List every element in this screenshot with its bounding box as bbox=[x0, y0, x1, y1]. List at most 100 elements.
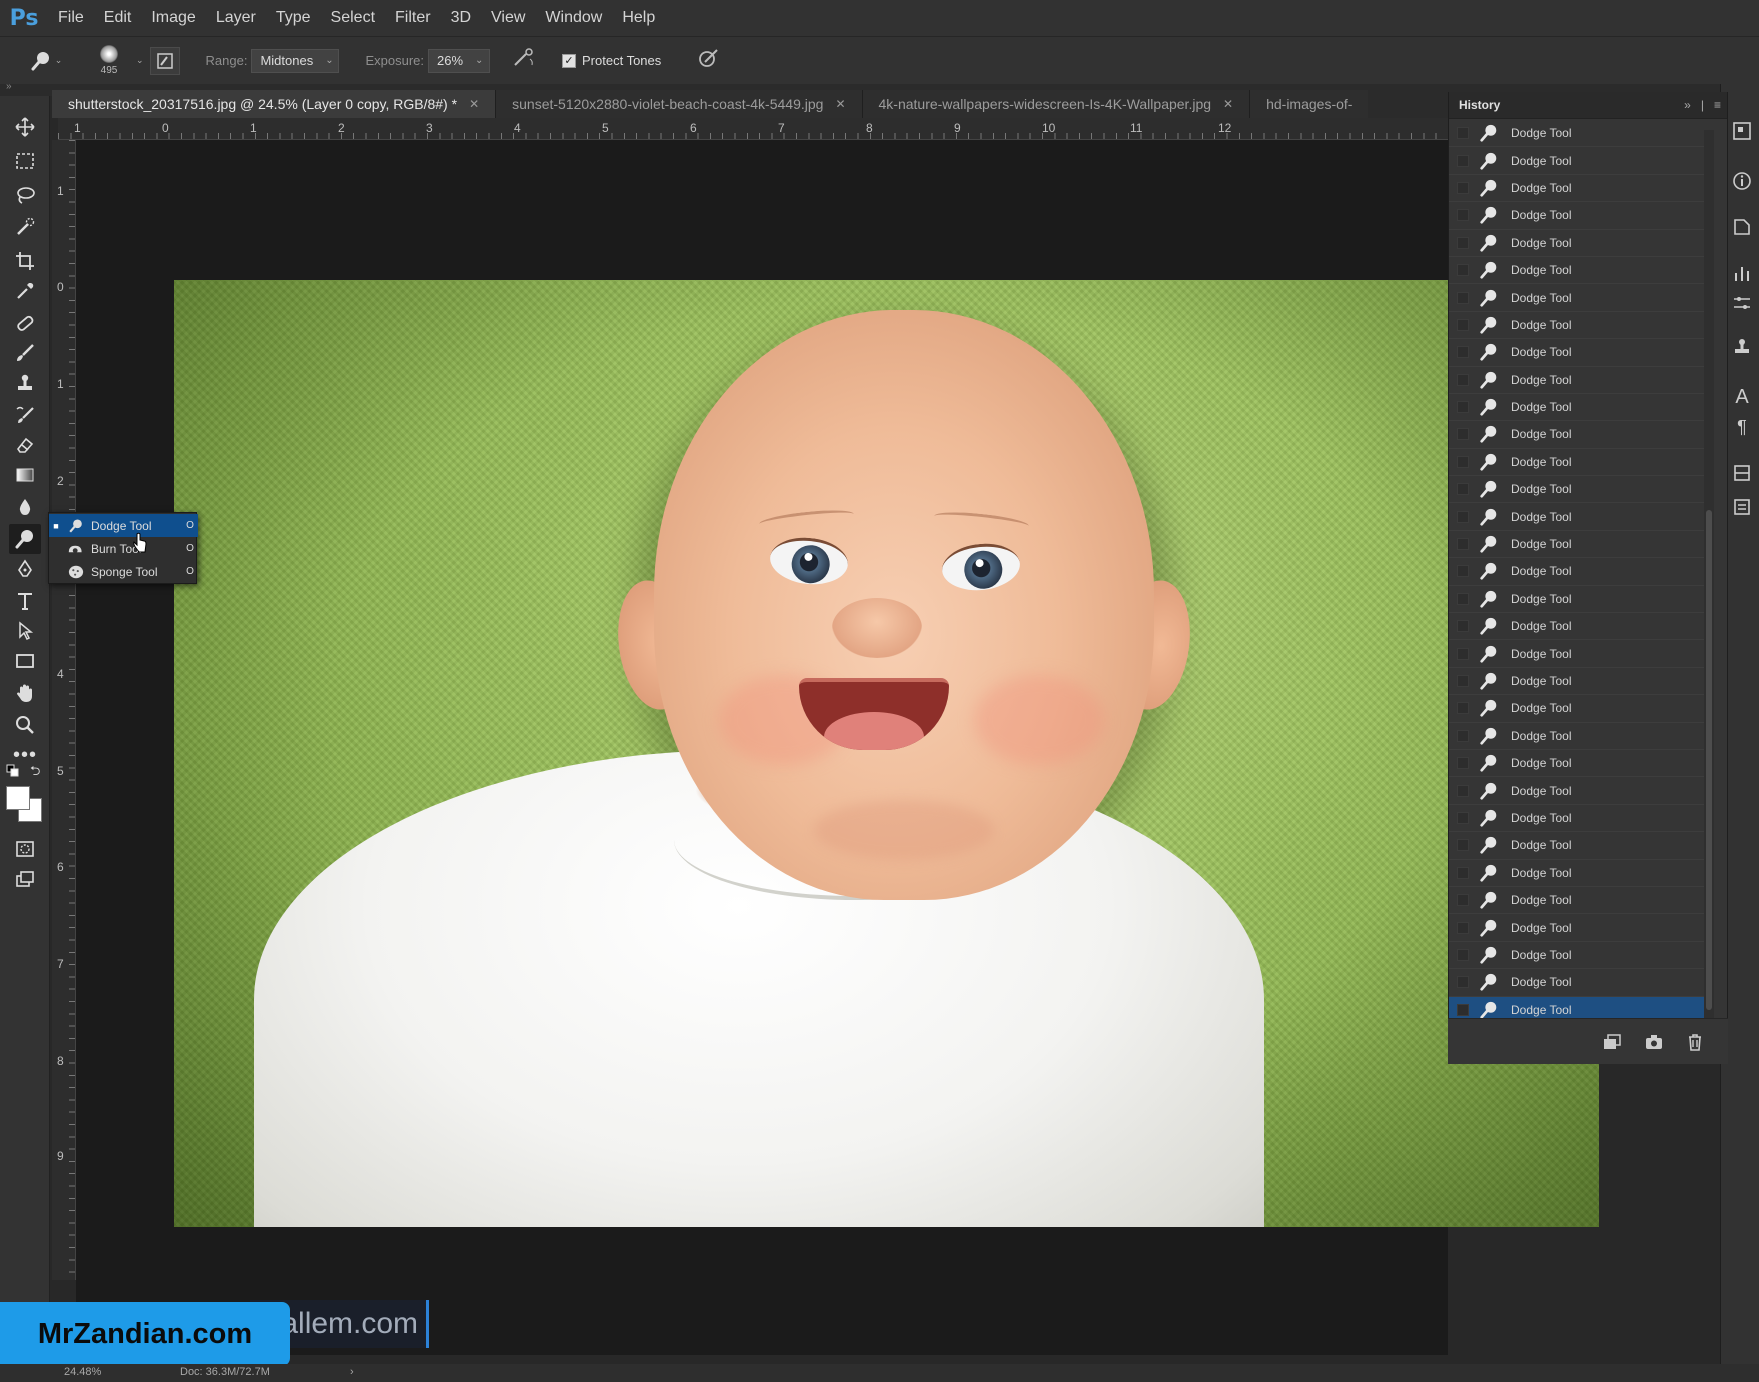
history-brush-source-box[interactable] bbox=[1457, 209, 1469, 222]
horizontal-ruler[interactable]: 1 0 1 2 3 4 5 6 7 8 9 10 11 12 bbox=[58, 118, 1448, 140]
close-icon[interactable]: ✕ bbox=[469, 97, 479, 111]
menu-edit[interactable]: Edit bbox=[94, 0, 142, 36]
type-tool[interactable] bbox=[9, 586, 41, 616]
chevron-down-icon[interactable]: ⌄ bbox=[136, 55, 144, 66]
history-state-item[interactable]: Dodge Tool bbox=[1449, 668, 1704, 696]
flyout-sponge-tool[interactable]: Sponge Tool O bbox=[49, 560, 198, 583]
new-document-from-state-icon[interactable] bbox=[1602, 1033, 1622, 1051]
path-selection-tool[interactable] bbox=[9, 616, 41, 646]
history-panel-button[interactable] bbox=[1729, 214, 1755, 240]
history-brush-source-box[interactable] bbox=[1457, 181, 1469, 194]
history-brush-source-box[interactable] bbox=[1457, 948, 1469, 961]
history-brush-source-box[interactable] bbox=[1457, 592, 1469, 605]
status-menu-arrow[interactable]: › bbox=[350, 1366, 354, 1378]
healing-brush-tool[interactable] bbox=[9, 308, 41, 338]
marquee-tool[interactable] bbox=[9, 146, 41, 176]
history-state-item[interactable]: Dodge Tool bbox=[1449, 449, 1704, 477]
foreground-color-swatch[interactable] bbox=[6, 786, 30, 810]
history-brush-source-box[interactable] bbox=[1457, 1003, 1469, 1016]
menu-layer[interactable]: Layer bbox=[206, 0, 266, 36]
history-state-item[interactable]: Dodge Tool bbox=[1449, 394, 1704, 422]
history-brush-source-box[interactable] bbox=[1457, 757, 1469, 770]
dodge-tool[interactable] bbox=[9, 524, 41, 554]
zoom-level[interactable]: 24.48% bbox=[64, 1366, 101, 1378]
blur-tool[interactable] bbox=[9, 492, 41, 522]
flyout-burn-tool[interactable]: Burn Tool O bbox=[49, 537, 198, 560]
history-state-item[interactable]: Dodge Tool bbox=[1449, 147, 1704, 175]
history-state-item[interactable]: Dodge Tool bbox=[1449, 750, 1704, 778]
history-state-item[interactable]: Dodge Tool bbox=[1449, 476, 1704, 504]
history-brush-source-box[interactable] bbox=[1457, 127, 1469, 140]
history-scrollbar[interactable] bbox=[1704, 130, 1714, 1020]
brush-panel-toggle[interactable] bbox=[149, 46, 180, 75]
hand-tool[interactable] bbox=[9, 678, 41, 708]
lasso-tool[interactable] bbox=[9, 180, 41, 210]
history-state-item[interactable]: Dodge Tool bbox=[1449, 640, 1704, 668]
clone-source-button[interactable] bbox=[1729, 334, 1755, 360]
history-state-item[interactable]: Dodge Tool bbox=[1449, 969, 1704, 997]
default-colors-icon[interactable] bbox=[6, 764, 20, 783]
history-brush-source-box[interactable] bbox=[1457, 729, 1469, 742]
history-state-item[interactable]: Dodge Tool bbox=[1449, 695, 1704, 723]
history-state-item[interactable]: Dodge Tool bbox=[1449, 723, 1704, 750]
navigator-panel-button[interactable] bbox=[1729, 118, 1755, 144]
history-state-item[interactable]: Dodge Tool bbox=[1449, 914, 1704, 942]
menu-file[interactable]: File bbox=[48, 0, 94, 36]
exposure-input[interactable]: 26% ⌄ bbox=[428, 48, 491, 73]
channels-panel-button[interactable] bbox=[1729, 494, 1755, 520]
panel-menu-icon[interactable]: ≡ bbox=[1714, 98, 1721, 112]
eraser-tool[interactable] bbox=[9, 430, 41, 460]
tool-preset-picker[interactable]: ⌄ bbox=[28, 45, 64, 77]
history-state-item[interactable]: Dodge Tool bbox=[1449, 805, 1704, 833]
quick-mask-button[interactable] bbox=[9, 834, 41, 864]
zoom-tool[interactable] bbox=[9, 710, 41, 740]
document-tab[interactable]: shutterstock_20317516.jpg @ 24.5% (Layer… bbox=[52, 90, 497, 118]
history-state-item[interactable]: Dodge Tool bbox=[1449, 887, 1704, 915]
gradient-tool[interactable] bbox=[9, 460, 41, 490]
history-state-item[interactable]: Dodge Tool bbox=[1449, 942, 1704, 970]
menu-type[interactable]: Type bbox=[266, 0, 321, 36]
menu-view[interactable]: View bbox=[481, 0, 535, 36]
history-state-item[interactable]: Dodge Tool bbox=[1449, 312, 1704, 340]
swap-colors-icon[interactable]: ⮌ bbox=[30, 762, 40, 784]
document-tab[interactable]: 4k-nature-wallpapers-widescreen-Is-4K-Wa… bbox=[862, 90, 1251, 118]
history-brush-source-box[interactable] bbox=[1457, 647, 1469, 660]
history-brush-source-box[interactable] bbox=[1457, 264, 1469, 277]
menu-help[interactable]: Help bbox=[612, 0, 665, 36]
history-state-item[interactable]: Dodge Tool bbox=[1449, 230, 1704, 257]
collapse-panel-icon[interactable]: » bbox=[1684, 98, 1691, 112]
history-brush-source-box[interactable] bbox=[1457, 154, 1469, 167]
menu-3d[interactable]: 3D bbox=[441, 0, 481, 36]
close-icon[interactable]: ✕ bbox=[835, 97, 845, 111]
eyedropper-tool[interactable] bbox=[9, 276, 41, 306]
history-state-item[interactable]: Dodge Tool bbox=[1449, 339, 1704, 367]
history-state-item[interactable]: Dodge Tool bbox=[1449, 860, 1704, 887]
screen-mode-button[interactable] bbox=[9, 864, 41, 894]
menu-window[interactable]: Window bbox=[535, 0, 612, 36]
history-brush-source-box[interactable] bbox=[1457, 620, 1469, 633]
clone-stamp-tool[interactable] bbox=[9, 368, 41, 398]
history-state-item[interactable]: Dodge Tool bbox=[1449, 202, 1704, 230]
history-state-item[interactable]: Dodge Tool bbox=[1449, 586, 1704, 614]
history-state-item[interactable]: Dodge Tool bbox=[1449, 284, 1704, 312]
paragraph-panel-button[interactable]: ¶ bbox=[1729, 414, 1755, 440]
vertical-ruler[interactable]: 1 0 1 2 3 4 5 6 7 8 9 bbox=[52, 140, 76, 1280]
history-brush-source-box[interactable] bbox=[1457, 483, 1469, 496]
history-state-item[interactable]: Dodge Tool bbox=[1449, 367, 1704, 394]
move-tool[interactable] bbox=[9, 112, 41, 142]
airbrush-toggle[interactable] bbox=[512, 47, 536, 74]
history-brush-source-box[interactable] bbox=[1457, 236, 1469, 249]
document-tab[interactable]: hd-images-of- bbox=[1250, 90, 1369, 118]
history-brush-source-box[interactable] bbox=[1457, 428, 1469, 441]
history-state-item[interactable]: Dodge Tool bbox=[1449, 531, 1704, 559]
history-brush-source-box[interactable] bbox=[1457, 675, 1469, 687]
history-brush-source-box[interactable] bbox=[1457, 455, 1469, 468]
history-brush-source-box[interactable] bbox=[1457, 894, 1469, 907]
history-brush-source-box[interactable] bbox=[1457, 866, 1469, 879]
history-state-item[interactable]: Dodge Tool bbox=[1449, 558, 1704, 586]
brush-settings-button[interactable] bbox=[1729, 260, 1755, 286]
history-state-item[interactable]: Dodge Tool bbox=[1449, 503, 1704, 531]
history-state-item[interactable]: Dodge Tool bbox=[1449, 421, 1704, 449]
history-brush-source-box[interactable] bbox=[1457, 401, 1469, 414]
history-brush-source-box[interactable] bbox=[1457, 811, 1469, 824]
